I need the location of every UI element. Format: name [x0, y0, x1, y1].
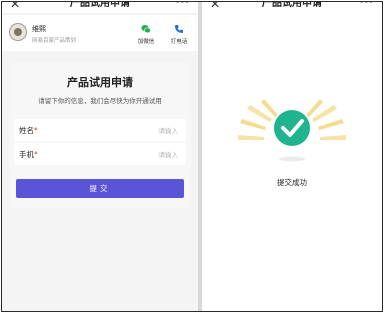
page-title: 产品试用申请 [262, 2, 322, 9]
phone-label: 手机* [19, 150, 38, 159]
success-check-circle [274, 110, 310, 146]
more-options-icon[interactable]: ··· [176, 2, 190, 10]
screenshot-frame: ✕ 产品试用申请 ··· 维熙 网易百家产品策划 加微信 打电话 产品试用申请 … [1, 1, 383, 312]
call-phone-label: 打电话 [170, 39, 188, 45]
success-message: 提交成功 [277, 178, 307, 187]
call-phone-button[interactable]: 打电话 [165, 24, 193, 45]
success-illustration [238, 99, 346, 162]
required-marker: * [34, 150, 38, 159]
add-wechat-label: 加微信 [137, 39, 155, 45]
add-wechat-button[interactable]: 加微信 [132, 24, 160, 45]
contact-bar: 维熙 网易百家产品策划 加微信 打电话 [2, 15, 198, 51]
form-title: 产品试用申请 [67, 76, 133, 89]
phone-icon [175, 25, 183, 33]
form-screen: ✕ 产品试用申请 ··· 维熙 网易百家产品策划 加微信 打电话 产品试用申请 … [2, 2, 198, 311]
name-label: 姓名* [19, 126, 38, 135]
trial-application-form: 产品试用申请 请留下你的信息，我们会尽快为你开通试用 姓名* 请输入 手机* 请… [9, 62, 191, 208]
success-screen: ✕ 产品试用申请 ··· 提交成功 [202, 2, 382, 311]
required-marker: * [34, 126, 38, 135]
avatar [9, 23, 27, 41]
top-navigation-bar: ✕ 产品试用申请 ··· [2, 2, 198, 13]
page-title: 产品试用申请 [70, 2, 130, 9]
more-options-icon[interactable]: ··· [360, 2, 374, 10]
name-field[interactable]: 姓名* 请输入 [14, 119, 186, 141]
contact-name: 维熙 [32, 25, 46, 33]
submit-button[interactable]: 提交 [16, 179, 184, 198]
name-input-placeholder[interactable]: 请输入 [159, 125, 179, 135]
phone-field[interactable]: 手机* 请输入 [14, 143, 186, 165]
wechat-icon [141, 25, 151, 34]
form-description: 请留下你的信息，我们会尽快为你开通试用 [38, 97, 162, 105]
contact-subtitle: 网易百家产品策划 [32, 38, 77, 44]
success-shadow [279, 156, 305, 162]
top-navigation-bar: ✕ 产品试用申请 ··· [202, 2, 382, 13]
phone-input-placeholder[interactable]: 请输入 [159, 149, 179, 159]
